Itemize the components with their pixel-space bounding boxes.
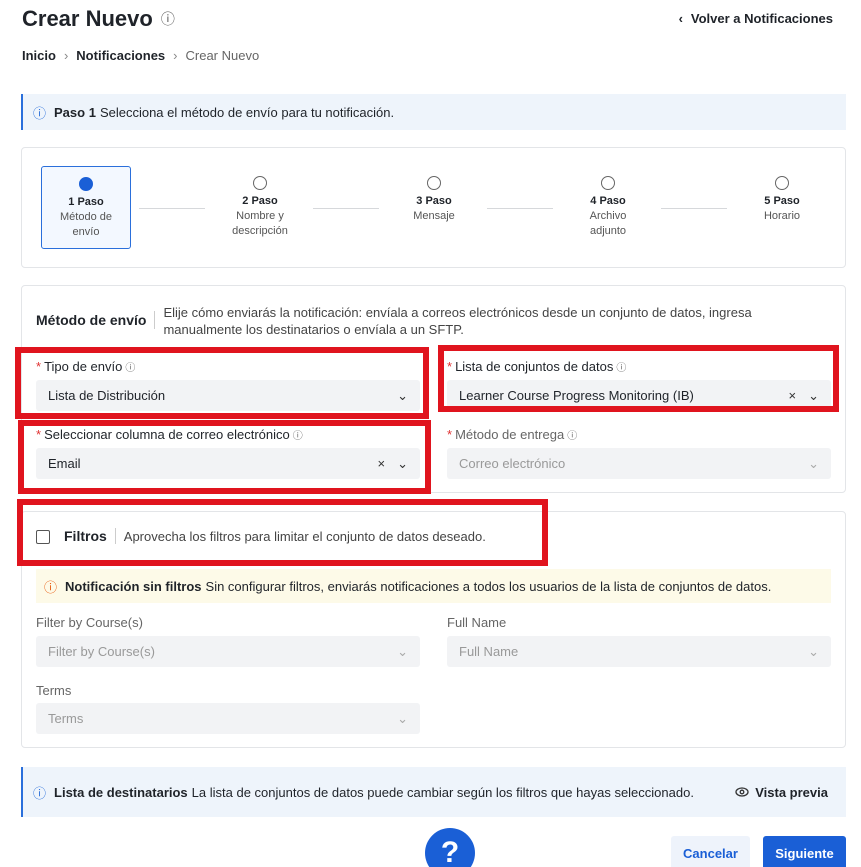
no-filters-warning: ⓘ Notificación sin filtros Sin configura… <box>36 569 831 603</box>
next-button[interactable]: Siguiente <box>763 836 846 867</box>
metodo-entrega-select[interactable]: Correo electrónico ⌄ <box>447 448 831 479</box>
highlight-box <box>17 499 548 566</box>
step-2[interactable]: 2 Paso Nombre y descripción <box>215 166 305 239</box>
stepper: 1 Paso Método de envío 2 Paso Nombre y d… <box>21 147 846 268</box>
chevron-down-icon: ⌄ <box>808 643 819 659</box>
step-4[interactable]: 4 Paso Archivo adjunto <box>563 166 653 239</box>
highlight-box <box>18 420 431 494</box>
breadcrumb-home[interactable]: Inicio <box>22 48 56 63</box>
metodo-entrega-label: * Método de entrega ⓘ <box>447 427 578 442</box>
chevron-down-icon: ⌄ <box>397 710 408 726</box>
terms-filter-label: Terms <box>36 683 72 698</box>
cancel-button[interactable]: Cancelar <box>671 836 750 867</box>
step-connector <box>139 208 205 209</box>
highlight-box <box>438 345 839 412</box>
step-1[interactable]: 1 Paso Método de envío <box>41 166 131 249</box>
step-connector <box>313 208 379 209</box>
info-icon[interactable]: ⓘ <box>567 431 577 442</box>
page-title: Crear Nuevo ⓘ <box>22 6 175 31</box>
preview-button[interactable]: Vista previa <box>735 785 828 800</box>
recipients-banner: ⓘ Lista de destinatarios La lista de con… <box>21 767 846 817</box>
breadcrumb-notifications[interactable]: Notificaciones <box>76 48 165 63</box>
info-icon: ⓘ <box>33 785 47 801</box>
help-icon[interactable]: ? <box>425 828 475 867</box>
terms-filter-select[interactable]: Terms ⌄ <box>36 703 420 734</box>
breadcrumb-separator-icon: › <box>173 48 178 63</box>
step-5[interactable]: 5 Paso Horario <box>737 166 827 224</box>
step-3[interactable]: 3 Paso Mensaje <box>389 166 479 224</box>
breadcrumb-separator-icon: › <box>63 48 69 63</box>
warning-icon: ⓘ <box>44 579 58 595</box>
step-circle-icon <box>253 176 267 190</box>
chevron-down-icon: ⌄ <box>808 455 819 471</box>
method-description: Elije cómo enviarás la notificación: env… <box>163 305 752 337</box>
info-icon[interactable]: ⓘ <box>161 9 175 29</box>
step-circle-icon <box>775 176 789 190</box>
highlight-box <box>15 347 429 419</box>
eye-icon <box>735 785 749 800</box>
method-title: Método de envío <box>36 311 156 329</box>
back-to-notifications-link[interactable]: ‹ Volver a Notificaciones <box>679 11 833 26</box>
method-header: Método de envío Elije cómo enviarás la n… <box>36 304 763 338</box>
step-info-banner: ⓘ Paso 1 Selecciona el método de envío p… <box>21 94 846 130</box>
course-filter-label: Filter by Course(s) <box>36 615 143 630</box>
step-connector <box>487 208 553 209</box>
breadcrumb: Inicio › Notificaciones › Crear Nuevo <box>22 48 259 63</box>
fullname-filter-select[interactable]: Full Name ⌄ <box>447 636 831 667</box>
course-filter-select[interactable]: Filter by Course(s) ⌄ <box>36 636 420 667</box>
breadcrumb-current: Crear Nuevo <box>185 48 260 63</box>
step-active-dot-icon <box>79 177 93 191</box>
info-icon: ⓘ <box>33 105 47 121</box>
chevron-down-icon: ⌄ <box>397 643 408 659</box>
fullname-filter-label: Full Name <box>447 615 507 630</box>
step-circle-icon <box>427 176 441 190</box>
chevron-left-icon: ‹ <box>678 11 683 26</box>
step-circle-icon <box>601 176 615 190</box>
step-connector <box>661 208 727 209</box>
